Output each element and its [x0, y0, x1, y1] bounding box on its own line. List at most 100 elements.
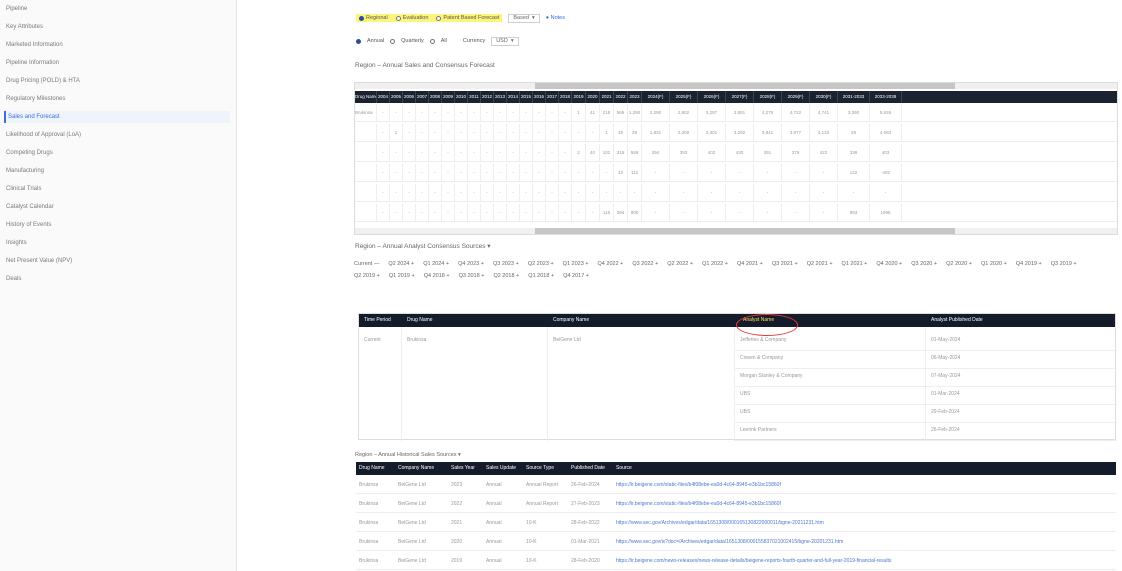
expand-icon[interactable]: +	[723, 261, 728, 267]
forecast-col-header[interactable]: 2012	[481, 91, 494, 103]
expand-icon[interactable]: +	[409, 261, 414, 267]
currency-select[interactable]: USD ▾	[491, 36, 519, 46]
sidebar-item-drug-pricing[interactable]: Drug Pricing (POLD) & HTA	[4, 75, 230, 87]
expand-icon[interactable]: +	[619, 261, 623, 267]
period-tag[interactable]: Q2 2023 +	[528, 258, 554, 270]
sidebar-item-deals[interactable]: Deals	[4, 273, 230, 285]
period-tag[interactable]: Q2 2020 +	[946, 258, 972, 270]
col-company-name[interactable]: Company Name	[553, 314, 589, 327]
period-tag[interactable]: Q1 2018 +	[528, 270, 554, 282]
sidebar-item-sales-and-forecast[interactable]: Sales and Forecast	[4, 111, 230, 123]
period-tag[interactable]: Q2 2018 +	[493, 270, 519, 282]
forecast-col-header[interactable]: 2019	[572, 91, 586, 103]
period-tag[interactable]: Q3 2021 +	[772, 258, 798, 270]
period-tag[interactable]: Q3 2020 +	[911, 258, 937, 270]
sidebar-item-insights[interactable]: Insights	[4, 237, 230, 249]
historical-col-header[interactable]: Source Type	[526, 462, 554, 475]
expand-icon[interactable]: +	[584, 261, 588, 267]
forecast-scrollbar-top[interactable]	[355, 83, 1117, 89]
historical-col-header[interactable]: Company Name	[398, 462, 434, 475]
source-link[interactable]: https://www.sec.gov/ix?doc=/Archives/edg…	[616, 533, 1111, 551]
sidebar-item-catalyst-calendar[interactable]: Catalyst Calendar	[4, 201, 230, 213]
period-tag[interactable]: Q1 2023 +	[563, 258, 589, 270]
quarterly-radio[interactable]	[390, 38, 396, 44]
source-link[interactable]: https://ir.beigene.com/static-files/b4f0…	[616, 476, 1111, 494]
expand-icon[interactable]: +	[932, 261, 937, 267]
source-link[interactable]: https://ir.beigene.com/news-releases/new…	[616, 552, 1111, 570]
evaluation-radio[interactable]	[395, 15, 401, 21]
period-tag[interactable]: Q4 2022 +	[598, 258, 624, 270]
sidebar-item-clinical-trials[interactable]: Clinical Trials	[4, 183, 230, 195]
forecast-col-header[interactable]: 2021	[600, 91, 614, 103]
sidebar-item-marketed-information[interactable]: Marketed Information	[4, 39, 230, 51]
forecast-col-header[interactable]: 2006	[403, 91, 416, 103]
regional-radio[interactable]	[359, 15, 364, 21]
period-tag[interactable]: Q1 2022 +	[702, 258, 728, 270]
forecast-col-header[interactable]: 2023	[628, 91, 642, 103]
expand-icon[interactable]: +	[375, 273, 380, 279]
forecast-scrollbar-bottom[interactable]	[355, 228, 1117, 234]
period-tag[interactable]: Q3 2022 +	[632, 258, 658, 270]
forecast-col-header[interactable]: 2018	[559, 91, 572, 103]
forecast-col-header[interactable]: 2014	[507, 91, 520, 103]
forecast-col-header[interactable]: 2015	[520, 91, 533, 103]
expand-icon[interactable]: +	[654, 261, 658, 267]
period-tag[interactable]: Q3 2019 +	[1051, 258, 1077, 270]
period-tag[interactable]: Q4 2021 +	[737, 258, 763, 270]
historical-col-header[interactable]: Source	[616, 462, 632, 475]
sidebar-item-key-attributes[interactable]: Key Attributes	[4, 21, 230, 33]
expand-icon[interactable]: +	[514, 261, 519, 267]
collapse-icon[interactable]: —	[372, 261, 380, 267]
sidebar-item-likelihood-of-approval[interactable]: Likelihood of Approval (LoA)	[4, 129, 230, 141]
period-tag[interactable]: Q1 2020 +	[981, 258, 1007, 270]
forecast-col-header[interactable]: 2013	[494, 91, 507, 103]
sidebar-item-history-of-events[interactable]: History of Events	[4, 219, 230, 231]
patent-radio[interactable]	[436, 15, 442, 21]
historical-col-header[interactable]: Sales Update	[486, 462, 516, 475]
forecast-col-header[interactable]: 2004	[377, 91, 390, 103]
sidebar-item-manufacturing[interactable]: Manufacturing	[4, 165, 230, 177]
period-tag[interactable]: Q1 2024 +	[423, 258, 449, 270]
expand-icon[interactable]: +	[479, 261, 484, 267]
forecast-col-header[interactable]: 2011	[468, 91, 481, 103]
expand-icon[interactable]: +	[1002, 261, 1007, 267]
expand-icon[interactable]: +	[863, 261, 867, 267]
forecast-col-header[interactable]: 2030(F)	[810, 91, 838, 103]
forecast-col-header[interactable]: Drug Name	[355, 91, 377, 103]
historical-col-header[interactable]: Sales Year	[451, 462, 475, 475]
forecast-col-header[interactable]: 2009	[442, 91, 455, 103]
chevron-down-icon[interactable]: ▾	[458, 452, 461, 458]
forecast-col-header[interactable]: 2010	[455, 91, 468, 103]
expand-icon[interactable]: +	[688, 261, 693, 267]
period-tag[interactable]: Q2 2021 +	[807, 258, 833, 270]
period-tag[interactable]: Q1 2021 +	[842, 258, 868, 270]
col-drug-name[interactable]: Drug Name	[407, 314, 433, 327]
basis-select[interactable]: Based ▾	[508, 13, 540, 23]
col-time-period[interactable]: Time Period	[364, 314, 391, 327]
period-tag[interactable]: Q4 2020 +	[876, 258, 902, 270]
expand-icon[interactable]: +	[898, 261, 902, 267]
period-tag[interactable]: Q2 2024 +	[388, 258, 414, 270]
source-link[interactable]: https://ir.beigene.com/static-files/b4f0…	[616, 495, 1111, 513]
sidebar-item-competing-drugs[interactable]: Competing Drugs	[4, 147, 230, 159]
forecast-col-header[interactable]: 2028(F)	[754, 91, 782, 103]
historical-col-header[interactable]: Published Date	[571, 462, 605, 475]
forecast-col-header[interactable]: 2024(F)	[642, 91, 670, 103]
period-tag[interactable]: Q3 2023 +	[493, 258, 519, 270]
forecast-col-header[interactable]: 2027(F)	[726, 91, 754, 103]
sidebar-item-npv[interactable]: Net Present Value (NPV)	[4, 255, 230, 267]
expand-icon[interactable]: +	[1037, 261, 1041, 267]
expand-icon[interactable]: +	[758, 261, 763, 267]
col-published-date[interactable]: Analyst Published Date	[931, 314, 983, 327]
forecast-col-header[interactable]: 2007	[416, 91, 429, 103]
forecast-col-header[interactable]: 2005	[390, 91, 403, 103]
expand-icon[interactable]: +	[515, 273, 519, 279]
expand-icon[interactable]: +	[584, 273, 589, 279]
period-tag[interactable]: Q3 2018 +	[459, 270, 485, 282]
period-tag[interactable]: Q4 2019 +	[1016, 258, 1042, 270]
historical-col-header[interactable]: Drug Name	[359, 462, 385, 475]
period-tag[interactable]: Q1 2019 +	[389, 270, 415, 282]
period-tag[interactable]: Current —	[354, 258, 379, 270]
period-tag[interactable]: Q2 2022 +	[667, 258, 693, 270]
forecast-col-header[interactable]: 2029(F)	[782, 91, 810, 103]
